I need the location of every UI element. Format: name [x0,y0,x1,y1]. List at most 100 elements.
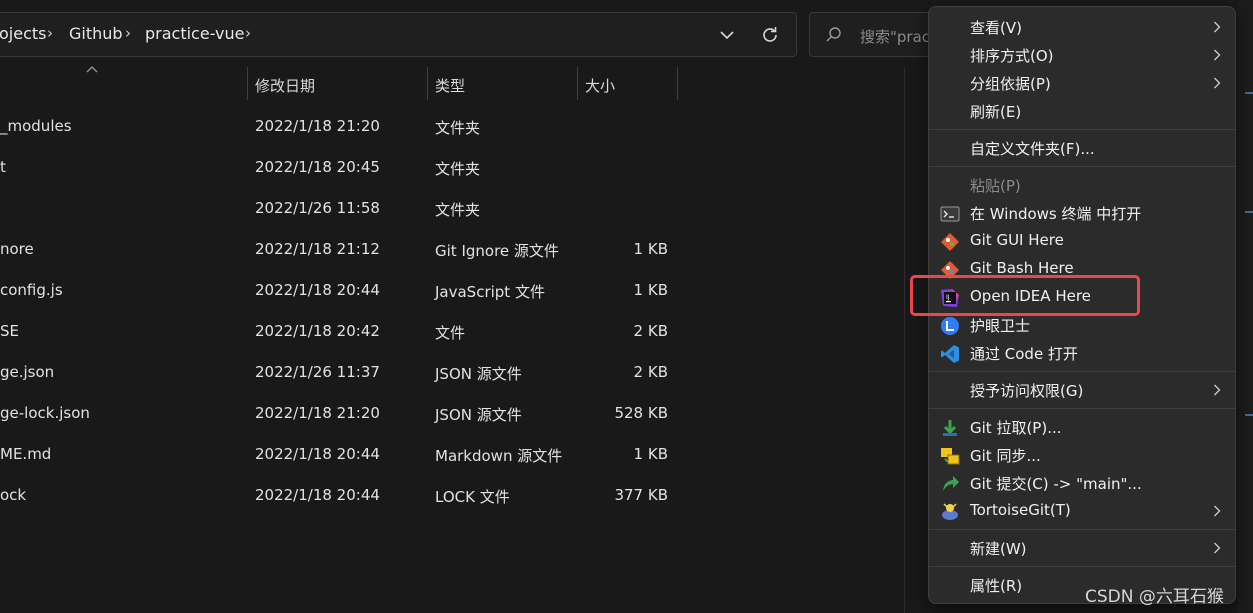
breadcrumb-separator[interactable]: › [245,24,251,42]
file-type: JavaScript 文件 [435,283,545,301]
file-name: config.js [0,281,63,299]
menu-item-paste[interactable]: 粘贴(P) [929,171,1235,199]
file-type: JSON 源文件 [435,406,522,424]
menu-separator [929,529,1235,530]
file-row[interactable]: ME.md 2022/1/18 20:44 Markdown 源文件 1 KB [0,435,900,476]
menu-item-git-gui[interactable]: Git GUI Here [929,227,1235,255]
menu-separator [929,566,1235,567]
file-type: 文件夹 [435,201,481,219]
annotation-highlight-box [910,275,1140,316]
search-icon [826,27,841,42]
column-divider[interactable] [427,67,428,100]
terminal-icon [940,206,960,222]
address-bar[interactable]: ojects › Github › practice-vue › [0,12,797,57]
column-divider[interactable] [677,67,678,100]
breadcrumb-separator: › [125,24,131,42]
chevron-right-icon [1214,77,1221,89]
file-row[interactable]: SE 2022/1/18 20:42 文件 2 KB [0,312,900,353]
menu-item-label: 授予访问权限(G) [970,382,1084,400]
menu-item-refresh[interactable]: 刷新(E) [929,97,1235,125]
menu-item-customize-folder[interactable]: 自定义文件夹(F)... [929,134,1235,162]
menu-item-label: 属性(R) [970,577,1023,595]
eye-guard-icon [941,317,959,335]
menu-item-label: Git GUI Here [970,231,1064,249]
menu-separator [929,371,1235,372]
menu-item-label: 在 Windows 终端 中打开 [970,205,1142,223]
menu-item-label: Git 同步... [970,447,1041,465]
menu-item-label: TortoiseGit(T) [970,501,1071,519]
file-row[interactable]: ge.json 2022/1/26 11:37 JSON 源文件 2 KB [0,353,900,394]
file-row[interactable]: ock 2022/1/18 20:44 LOCK 文件 377 KB [0,476,900,517]
file-date: 2022/1/26 11:58 [255,199,380,217]
edge-marker [1245,211,1253,213]
file-date: 2022/1/18 21:20 [255,404,380,422]
tortoisegit-icon [942,503,958,520]
search-input[interactable]: 搜索"prac [860,26,930,47]
menu-item-git-commit[interactable]: Git 提交(C) -> "main"... [929,469,1235,497]
file-type: Markdown 源文件 [435,447,563,465]
menu-item-open-vscode[interactable]: 通过 Code 打开 [929,339,1235,367]
menu-item-tortoisegit[interactable]: TortoiseGit(T) [929,497,1235,525]
chevron-right-icon [1214,542,1221,554]
menu-item-sort[interactable]: 排序方式(O) [929,41,1235,69]
file-size: 377 KB [614,486,668,504]
breadcrumb-item-github[interactable]: Github [69,24,123,43]
file-name: t [0,158,6,176]
file-size: 2 KB [633,363,668,381]
menu-item-new[interactable]: 新建(W) [929,534,1235,562]
menu-item-label: Git 提交(C) -> "main"... [970,475,1142,493]
search-box[interactable]: 搜索"prac [809,12,939,57]
file-type: LOCK 文件 [435,488,510,506]
menu-item-view[interactable]: 查看(V) [929,13,1235,41]
refresh-icon[interactable] [759,24,781,46]
file-date: 2022/1/18 20:44 [255,281,380,299]
file-row[interactable]: ge-lock.json 2022/1/18 21:20 JSON 源文件 52… [0,394,900,435]
menu-item-grant-access[interactable]: 授予访问权限(G) [929,376,1235,404]
menu-item-git-sync[interactable]: Git 同步... [929,441,1235,469]
menu-item-label: Git 拉取(P)... [970,419,1062,437]
file-date: 2022/1/18 21:20 [255,117,380,135]
column-header-date[interactable]: 修改日期 [255,75,315,96]
menu-separator [929,129,1235,130]
menu-item-label: 查看(V) [970,19,1022,37]
breadcrumb-item-practice-vue[interactable]: practice-vue [145,24,245,43]
breadcrumb-item-projects[interactable]: ojects [0,24,46,43]
chevron-right-icon [1214,384,1221,396]
chevron-right-icon [1214,21,1221,33]
file-name: ME.md [0,445,52,463]
column-divider[interactable] [247,67,248,100]
file-row[interactable]: config.js 2022/1/18 20:44 JavaScript 文件 … [0,271,900,312]
edge-marker [1245,92,1253,94]
menu-item-label: 排序方式(O) [970,47,1054,65]
file-name: ge.json [0,363,55,381]
file-row[interactable]: nore 2022/1/18 21:12 Git Ignore 源文件 1 KB [0,230,900,271]
file-date: 2022/1/18 20:45 [255,158,380,176]
menu-item-label: 分组依据(P) [970,75,1051,93]
file-size: 2 KB [633,322,668,340]
menu-separator [929,408,1235,409]
file-row[interactable]: _modules 2022/1/18 21:20 文件夹 [0,107,900,148]
file-date: 2022/1/18 20:42 [255,322,380,340]
scrollbar-track[interactable] [904,67,905,613]
file-name: nore [0,240,34,258]
column-divider[interactable] [577,67,578,100]
watermark: CSDN @六耳石猴 [1085,587,1224,607]
file-row[interactable]: 2022/1/26 11:58 文件夹 [0,189,900,230]
chevron-down-icon[interactable] [717,25,737,45]
sort-ascending-icon [86,66,98,73]
chevron-right-icon [1214,49,1221,61]
menu-item-git-pull[interactable]: Git 拉取(P)... [929,413,1235,441]
file-date: 2022/1/26 11:37 [255,363,380,381]
file-row[interactable]: t 2022/1/18 20:45 文件夹 [0,148,900,189]
file-size: 1 KB [633,445,668,463]
menu-item-label: 自定义文件夹(F)... [970,140,1095,158]
menu-item-label: 护眼卫士 [970,317,1031,335]
file-name: ge-lock.json [0,404,90,422]
menu-separator [929,166,1235,167]
edge-marker [1245,414,1253,416]
menu-item-open-terminal[interactable]: 在 Windows 终端 中打开 [929,199,1235,227]
menu-item-label: 刷新(E) [970,103,1022,121]
menu-item-group[interactable]: 分组依据(P) [929,69,1235,97]
column-header-type[interactable]: 类型 [435,75,465,96]
column-header-size[interactable]: 大小 [585,75,615,96]
